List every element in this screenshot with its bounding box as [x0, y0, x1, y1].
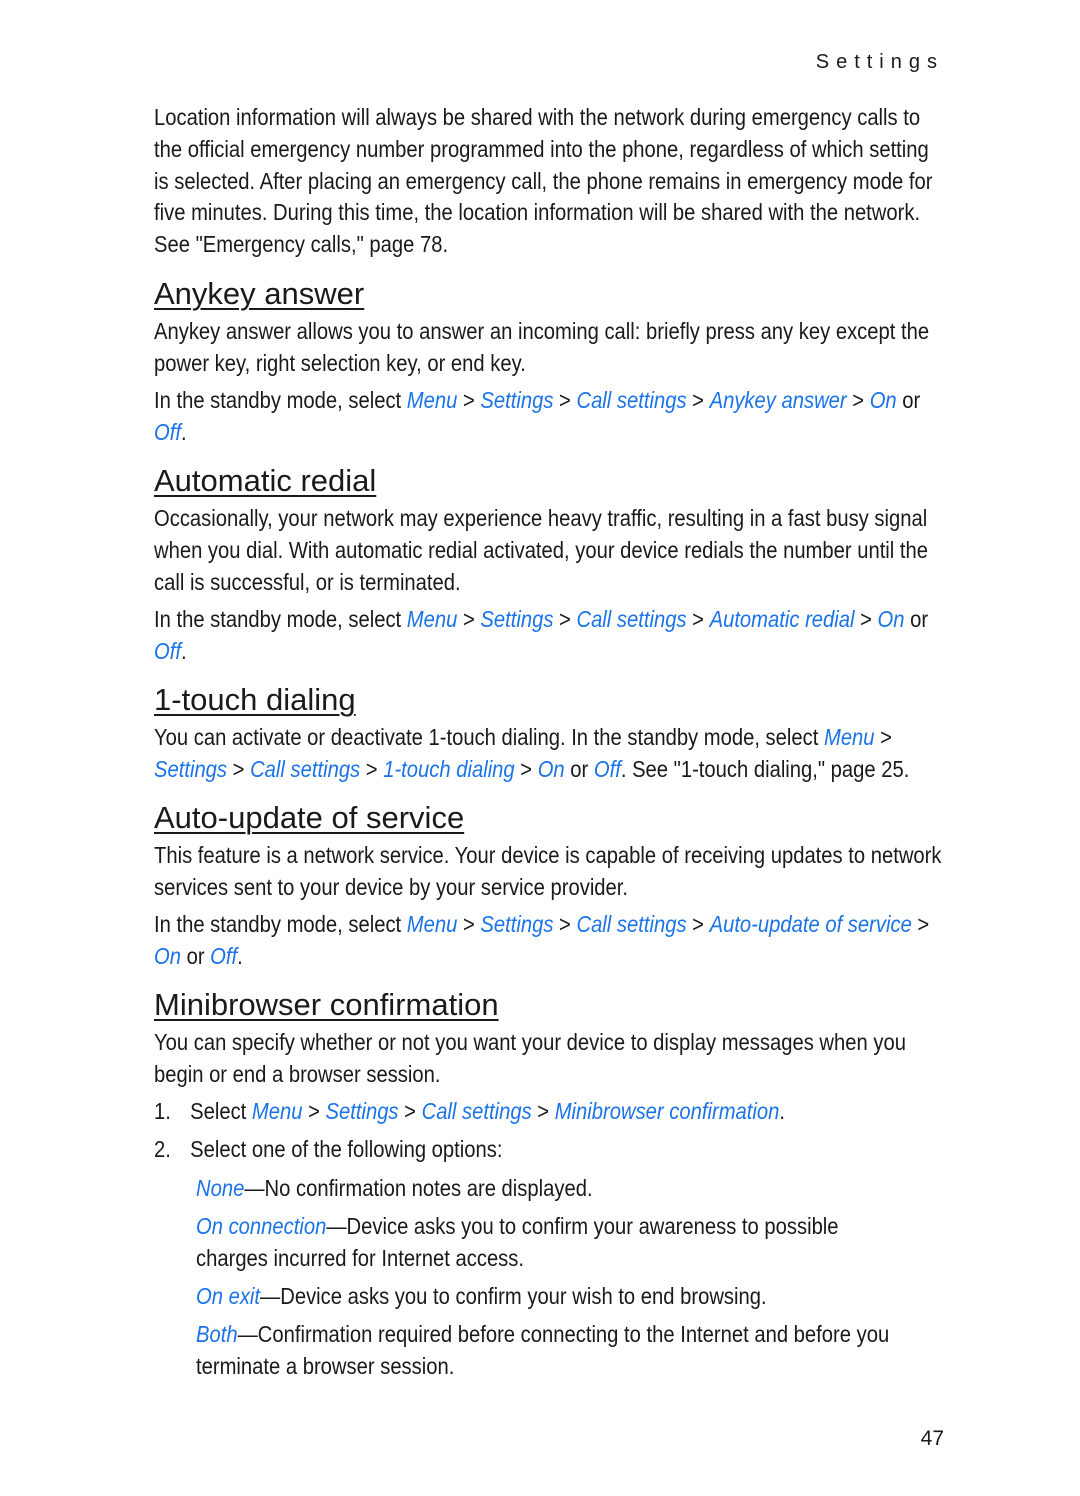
link-settings[interactable]: Settings [154, 756, 227, 782]
link-settings[interactable]: Settings [480, 387, 553, 413]
separator: > [686, 911, 710, 937]
separator: > [553, 606, 577, 632]
link-menu[interactable]: Menu [824, 724, 875, 750]
option-name[interactable]: On exit [196, 1283, 260, 1309]
period: . [180, 637, 187, 664]
link-off[interactable]: Off [210, 943, 237, 969]
option-none: None—No confirmation notes are displayed… [196, 1173, 956, 1205]
period: . [180, 418, 187, 445]
link-anykey-answer[interactable]: Anykey answer [710, 387, 847, 413]
link-off[interactable]: Off [154, 638, 181, 664]
separator: > [846, 387, 870, 413]
separator: > [553, 387, 577, 413]
link-on[interactable]: On [538, 756, 565, 782]
link-on[interactable]: On [154, 943, 181, 969]
or-text: or [896, 387, 921, 413]
link-menu[interactable]: Menu [407, 606, 458, 632]
link-menu[interactable]: Menu [407, 387, 458, 413]
heading-auto-update-of-service: Auto-update of service [154, 800, 465, 835]
link-minibrowser-confirmation[interactable]: Minibrowser confirmation [555, 1098, 780, 1124]
link-1-touch-dialing[interactable]: 1-touch dialing [383, 756, 514, 782]
option-on-connection: On connection—Device asks you to confirm… [196, 1211, 956, 1275]
link-on[interactable]: On [870, 387, 897, 413]
heading-1-touch-dialing: 1-touch dialing [154, 682, 356, 717]
onetouch-body: You can activate or deactivate 1-touch d… [154, 722, 946, 786]
autoupdate-instructions: In the standby mode, select Menu > Setti… [154, 909, 946, 973]
option-description: —Confirmation required before connecting… [196, 1321, 890, 1379]
option-on-exit: On exit—Device asks you to confirm your … [196, 1281, 956, 1313]
link-auto-update-of-service[interactable]: Auto-update of service [710, 911, 912, 937]
anykey-instructions: In the standby mode, select Menu > Setti… [154, 385, 946, 449]
link-off[interactable]: Off [594, 756, 621, 782]
anykey-body: Anykey answer allows you to answer an in… [154, 316, 946, 380]
onetouch-prefix: You can activate or deactivate 1-touch d… [154, 724, 824, 750]
step-number: 1. [154, 1098, 171, 1124]
option-name[interactable]: On connection [196, 1213, 326, 1239]
link-automatic-redial[interactable]: Automatic redial [710, 606, 855, 632]
link-call-settings[interactable]: Call settings [250, 756, 360, 782]
step-2: 2. Select one of the following options: [154, 1134, 946, 1166]
cross-reference: . See "1-touch dialing," page 25. [620, 755, 910, 782]
option-both: Both—Confirmation required before connec… [196, 1319, 956, 1383]
instruction-prefix: In the standby mode, select [154, 387, 407, 413]
link-settings[interactable]: Settings [480, 606, 553, 632]
separator: > [686, 606, 710, 632]
separator: > [911, 911, 930, 937]
link-menu[interactable]: Menu [252, 1098, 303, 1124]
separator: > [457, 606, 481, 632]
link-menu[interactable]: Menu [407, 911, 458, 937]
separator: > [227, 755, 251, 782]
link-on[interactable]: On [878, 606, 905, 632]
redial-body: Occasionally, your network may experienc… [154, 503, 946, 598]
separator: > [398, 1098, 422, 1124]
separator: > [874, 724, 892, 750]
anykey-body-text: Anykey answer allows you to answer an in… [154, 318, 930, 376]
instruction-prefix: In the standby mode, select [154, 606, 407, 632]
step-text: Select one of the following options: [190, 1136, 503, 1162]
separator: > [360, 755, 384, 782]
autoupdate-body-text: This feature is a network service. Your … [154, 842, 942, 900]
intro-text: Location information will always be shar… [154, 104, 933, 258]
separator: > [531, 1098, 555, 1124]
redial-instructions: In the standby mode, select Menu > Setti… [154, 604, 946, 668]
running-head: Settings [815, 51, 944, 73]
link-settings[interactable]: Settings [480, 911, 553, 937]
heading-anykey-answer: Anykey answer [154, 276, 365, 311]
heading-automatic-redial: Automatic redial [154, 463, 377, 498]
or-text: or [180, 942, 211, 969]
step-prefix: Select [190, 1098, 252, 1124]
step-1: 1. Select Menu > Settings > Call settings… [154, 1096, 946, 1128]
heading-minibrowser-confirmation: Minibrowser confirmation [154, 987, 499, 1022]
link-call-settings[interactable]: Call settings [576, 911, 686, 937]
or-text: or [564, 755, 594, 782]
link-call-settings[interactable]: Call settings [422, 1098, 532, 1124]
separator: > [553, 911, 577, 937]
link-call-settings[interactable]: Call settings [576, 387, 686, 413]
or-text: or [904, 606, 929, 632]
separator: > [457, 387, 481, 413]
link-off[interactable]: Off [154, 419, 181, 445]
option-description: —Device asks you to confirm your wish to… [260, 1283, 767, 1309]
period: . [237, 942, 243, 969]
autoupdate-body: This feature is a network service. Your … [154, 840, 946, 904]
instruction-prefix: In the standby mode, select [154, 911, 407, 937]
option-name[interactable]: None [196, 1175, 244, 1201]
separator: > [686, 387, 710, 413]
separator: > [854, 606, 878, 632]
minibrowser-body-text: You can specify whether or not you want … [154, 1029, 906, 1087]
period: . [779, 1098, 785, 1124]
separator: > [457, 911, 481, 937]
separator: > [302, 1098, 326, 1124]
redial-body-text: Occasionally, your network may experienc… [154, 505, 928, 595]
link-call-settings[interactable]: Call settings [576, 606, 686, 632]
link-settings[interactable]: Settings [326, 1098, 399, 1124]
minibrowser-body: You can specify whether or not you want … [154, 1027, 946, 1091]
page-number: 47 [920, 1427, 944, 1450]
intro-paragraph: Location information will always be shar… [154, 102, 946, 261]
separator: > [514, 755, 538, 782]
option-name[interactable]: Both [196, 1321, 238, 1347]
step-number: 2. [154, 1136, 171, 1162]
option-description: —No confirmation notes are displayed. [244, 1175, 593, 1201]
